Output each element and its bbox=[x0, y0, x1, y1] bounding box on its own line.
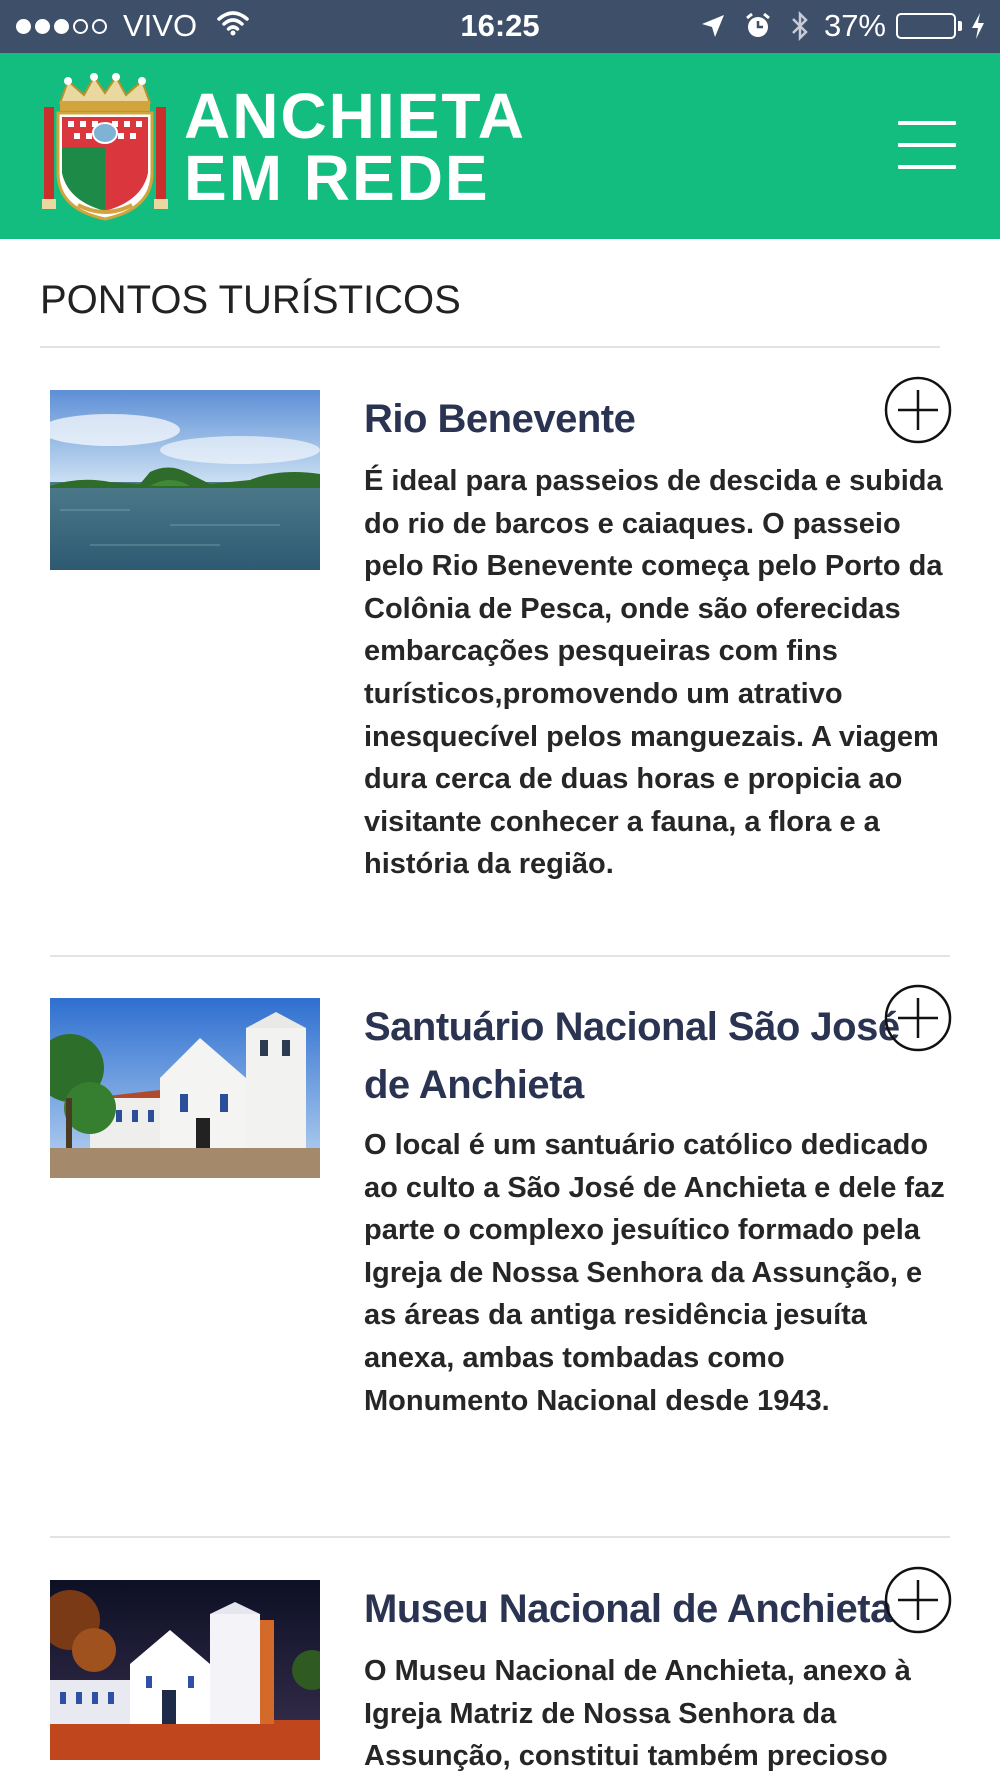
poi-title[interactable]: Santuário Nacional São José de Anchieta bbox=[364, 998, 924, 1114]
brand-line-1: ANCHIETA bbox=[184, 80, 526, 152]
alarm-icon bbox=[744, 12, 772, 40]
poi-title[interactable]: Museu Nacional de Anchieta bbox=[364, 1580, 924, 1638]
brand-title: ANCHIETA EM REDE bbox=[184, 80, 526, 214]
charging-bolt-icon bbox=[970, 12, 986, 40]
poi-description: O local é um santuário católico dedicado… bbox=[364, 1129, 945, 1417]
app-header: ANCHIETA EM REDE bbox=[0, 53, 1000, 239]
church-night-photo[interactable] bbox=[50, 1580, 320, 1760]
church-day-photo[interactable] bbox=[50, 998, 320, 1178]
battery-icon bbox=[896, 13, 962, 39]
expand-plus-icon[interactable] bbox=[884, 1566, 952, 1634]
location-arrow-icon bbox=[700, 13, 726, 39]
status-right: 37% bbox=[682, 8, 986, 44]
section-title: PONTOS TURÍSTICOS bbox=[40, 278, 461, 322]
brand-line-2: EM REDE bbox=[184, 142, 490, 214]
municipal-crest-logo[interactable] bbox=[38, 73, 172, 221]
expand-plus-icon[interactable] bbox=[884, 984, 952, 1052]
battery-percent: 37% bbox=[823, 8, 886, 43]
hamburger-menu-icon[interactable] bbox=[898, 121, 956, 173]
status-bar: VIVO 16:25 37% bbox=[0, 0, 1000, 53]
bluetooth-icon bbox=[790, 10, 810, 42]
section-divider bbox=[40, 346, 940, 348]
poi-description: O Museu Nacional de Anchieta, anexo à Ig… bbox=[364, 1655, 911, 1773]
river-photo[interactable] bbox=[50, 390, 320, 570]
expand-plus-icon[interactable] bbox=[884, 376, 952, 444]
poi-description: É ideal para passeios de descida e subid… bbox=[364, 465, 943, 881]
item-divider bbox=[50, 1536, 950, 1538]
poi-title[interactable]: Rio Benevente bbox=[364, 390, 924, 448]
item-divider bbox=[50, 955, 950, 957]
